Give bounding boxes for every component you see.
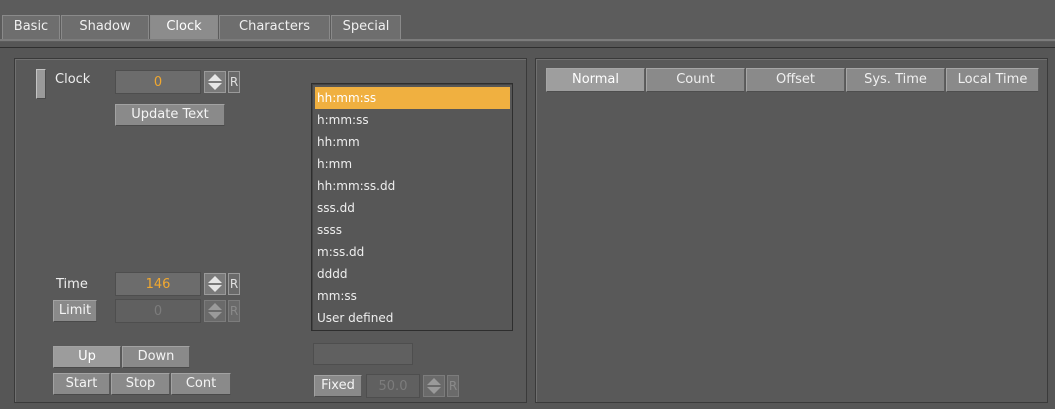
tab-special[interactable]: Special (331, 15, 401, 39)
clock-label: Clock (55, 72, 91, 87)
format-item[interactable]: dddd (315, 263, 510, 285)
start-button[interactable]: Start (53, 373, 110, 395)
tab-divider (0, 39, 1055, 41)
clock-spin-icon[interactable] (204, 71, 226, 93)
time-spin-icon[interactable] (204, 273, 226, 295)
format-item[interactable]: h:mm (315, 153, 510, 175)
fixed-button[interactable]: Fixed (314, 375, 362, 397)
stop-button[interactable]: Stop (111, 373, 170, 395)
mode-panel (535, 58, 1048, 403)
custom-format-field[interactable] (313, 343, 413, 365)
fixed-reset-button[interactable]: R (447, 375, 459, 397)
mode-tab-sys-time[interactable]: Sys. Time (846, 68, 945, 92)
format-item[interactable]: sss.dd (315, 197, 510, 219)
format-listbox[interactable]: hh:mm:ss h:mm:ss hh:mm h:mm hh:mm:ss.dd … (311, 83, 513, 331)
limit-reset-button[interactable]: R (228, 300, 240, 322)
format-item[interactable]: User defined (315, 307, 510, 329)
tab-basic[interactable]: Basic (2, 15, 60, 39)
mode-tab-count[interactable]: Count (646, 68, 745, 92)
clock-value-field[interactable]: 0 (115, 70, 201, 94)
tab-shadow[interactable]: Shadow (61, 15, 149, 39)
format-item[interactable]: ssss (315, 219, 510, 241)
tab-divider-shadow (0, 47, 1055, 48)
fixed-value-field[interactable]: 50.0 (366, 374, 420, 398)
fixed-spin-icon[interactable] (423, 375, 445, 397)
format-item-selected[interactable]: hh:mm:ss (315, 87, 510, 109)
time-label: Time (56, 277, 88, 292)
time-value-field[interactable]: 146 (115, 272, 201, 296)
format-item[interactable]: h:mm:ss (315, 109, 510, 131)
tab-characters[interactable]: Characters (219, 15, 330, 39)
format-item[interactable]: hh:mm:ss.dd (315, 175, 510, 197)
clock-enable-toggle[interactable] (36, 69, 46, 99)
format-item[interactable]: hh:mm (315, 131, 510, 153)
mode-tab-local-time[interactable]: Local Time (946, 68, 1039, 92)
update-text-button[interactable]: Update Text (115, 104, 225, 126)
up-button[interactable]: Up (53, 346, 121, 368)
format-item[interactable]: m:ss.dd (315, 241, 510, 263)
mode-tab-offset[interactable]: Offset (746, 68, 845, 92)
tab-bar: Basic Shadow Clock Characters Special (0, 0, 1055, 42)
limit-value-field[interactable]: 0 (115, 299, 201, 323)
format-item[interactable]: mm:ss (315, 285, 510, 307)
mode-tab-normal[interactable]: Normal (546, 68, 645, 92)
down-button[interactable]: Down (122, 346, 190, 368)
cont-button[interactable]: Cont (171, 373, 231, 395)
tab-clock[interactable]: Clock (150, 15, 218, 39)
clock-reset-button[interactable]: R (228, 71, 240, 93)
limit-spin-icon[interactable] (204, 300, 226, 322)
time-reset-button[interactable]: R (228, 273, 240, 295)
limit-button[interactable]: Limit (53, 300, 97, 322)
